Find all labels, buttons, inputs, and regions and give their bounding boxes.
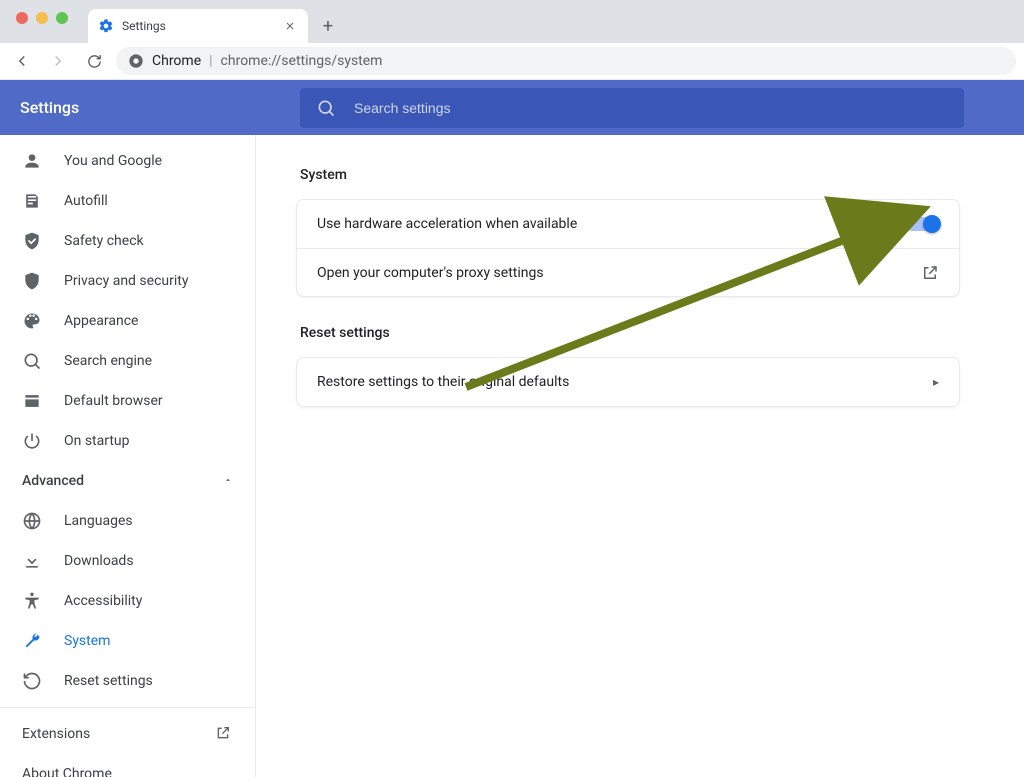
forward-button[interactable] [44, 47, 72, 75]
system-card: Use hardware acceleration when available… [296, 199, 960, 297]
chevron-right-icon: ▸ [933, 375, 939, 389]
tab-strip: Settings + [0, 0, 1024, 43]
hardware-accel-label: Use hardware acceleration when available [317, 216, 577, 232]
settings-search-box[interactable] [300, 88, 964, 128]
window-close-dot[interactable] [16, 12, 28, 24]
sidebar-item-label: Reset settings [64, 673, 153, 689]
settings-sidebar: You and Google Autofill Safety check Privac… [0, 135, 256, 777]
download-icon [22, 551, 42, 571]
sidebar-item-label: Appearance [64, 313, 138, 329]
tab-title: Settings [122, 19, 274, 33]
power-icon [22, 431, 42, 451]
toggle-knob [923, 215, 941, 233]
advanced-label: Advanced [22, 473, 84, 489]
sidebar-item-safety-check[interactable]: Safety check [0, 221, 255, 261]
globe-icon [22, 511, 42, 531]
sidebar-item-on-startup[interactable]: On startup [0, 421, 255, 461]
settings-title: Settings [20, 98, 280, 117]
sidebar-item-label: Safety check [64, 233, 144, 249]
tab-close-icon[interactable] [282, 18, 298, 34]
url-divider: | [209, 53, 212, 69]
url-prefix: Chrome [152, 53, 201, 69]
autofill-icon [22, 191, 42, 211]
sidebar-item-label: Downloads [64, 553, 134, 569]
sidebar-item-you-and-google[interactable]: You and Google [0, 141, 255, 181]
sidebar-item-label: Default browser [64, 393, 163, 409]
settings-search-input[interactable] [354, 100, 948, 116]
proxy-settings-label: Open your computer's proxy settings [317, 265, 544, 281]
sidebar-item-appearance[interactable]: Appearance [0, 301, 255, 341]
sidebar-item-label: Autofill [64, 193, 108, 209]
url-path: chrome://settings/system [221, 53, 383, 69]
window-traffic-lights [10, 0, 74, 43]
sidebar-item-label: Languages [64, 513, 133, 529]
search-icon [316, 98, 336, 118]
back-button[interactable] [8, 47, 36, 75]
sidebar-item-accessibility[interactable]: Accessibility [0, 581, 255, 621]
chevron-up-icon [223, 473, 233, 489]
chrome-icon [128, 53, 144, 69]
appearance-icon [22, 311, 42, 331]
settings-header: Settings [0, 80, 1024, 135]
content-area: You and Google Autofill Safety check Privac… [0, 135, 1024, 777]
gear-icon [98, 18, 114, 34]
extensions-label: Extensions [22, 726, 90, 742]
sidebar-item-autofill[interactable]: Autofill [0, 181, 255, 221]
section-system-title: System [300, 167, 1000, 183]
browser-icon [22, 391, 42, 411]
sidebar-extensions[interactable]: Extensions [0, 714, 255, 754]
sidebar-item-search-engine[interactable]: Search engine [0, 341, 255, 381]
sidebar-item-label: Privacy and security [64, 273, 188, 289]
window-minimize-dot[interactable] [36, 12, 48, 24]
address-bar[interactable]: Chrome | chrome://settings/system [116, 47, 1016, 75]
person-icon [22, 151, 42, 171]
privacy-icon [22, 271, 42, 291]
sidebar-item-system[interactable]: System [0, 621, 255, 661]
restore-defaults-label: Restore settings to their original defau… [317, 374, 569, 390]
settings-main: System Use hardware acceleration when av… [256, 135, 1024, 777]
sidebar-about[interactable]: About Chrome [0, 754, 255, 777]
external-link-icon [921, 264, 939, 282]
safety-icon [22, 231, 42, 251]
browser-tab[interactable]: Settings [88, 9, 308, 43]
sidebar-item-label: On startup [64, 433, 130, 449]
search-icon [22, 351, 42, 371]
new-tab-button[interactable]: + [314, 12, 342, 40]
hardware-accel-toggle[interactable] [905, 217, 939, 231]
reset-card: Restore settings to their original defau… [296, 357, 960, 407]
reset-icon [22, 671, 42, 691]
proxy-settings-row[interactable]: Open your computer's proxy settings [297, 248, 959, 296]
sidebar-item-label: Accessibility [64, 593, 142, 609]
sidebar-item-label: Search engine [64, 353, 152, 369]
external-link-icon [215, 725, 233, 743]
a11y-icon [22, 591, 42, 611]
section-reset-title: Reset settings [300, 325, 1000, 341]
sidebar-item-label: You and Google [64, 153, 162, 169]
about-label: About Chrome [22, 766, 112, 777]
sidebar-item-reset-settings[interactable]: Reset settings [0, 661, 255, 701]
browser-toolbar: Chrome | chrome://settings/system [0, 43, 1024, 80]
hardware-accel-row[interactable]: Use hardware acceleration when available [297, 200, 959, 248]
wrench-icon [22, 631, 42, 651]
sidebar-item-languages[interactable]: Languages [0, 501, 255, 541]
reload-button[interactable] [80, 47, 108, 75]
restore-defaults-row[interactable]: Restore settings to their original defau… [297, 358, 959, 406]
sidebar-item-privacy-and-security[interactable]: Privacy and security [0, 261, 255, 301]
advanced-toggle[interactable]: Advanced [0, 461, 255, 501]
sidebar-item-label: System [64, 633, 110, 649]
sidebar-item-downloads[interactable]: Downloads [0, 541, 255, 581]
window-maximize-dot[interactable] [56, 12, 68, 24]
sidebar-item-default-browser[interactable]: Default browser [0, 381, 255, 421]
sidebar-divider [0, 707, 255, 708]
